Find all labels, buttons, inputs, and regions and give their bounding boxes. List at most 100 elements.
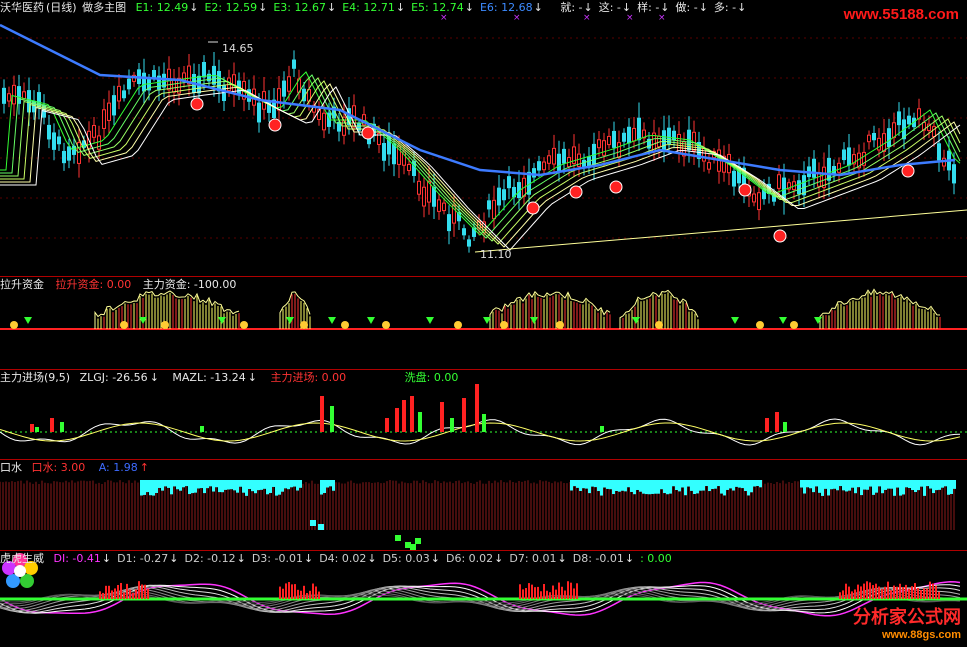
- koushui-fill: [248, 480, 251, 490]
- down-arrow-icon: [779, 317, 787, 324]
- koushui-fill: [654, 480, 657, 494]
- koushui-fill: [866, 480, 869, 490]
- down-arrow-icon: [367, 317, 375, 324]
- zhuli-panel[interactable]: 主力进场(9,5) ZLGJ: -26.56 ↓ MAZL: -13.24 ↓ 主力…: [0, 370, 967, 459]
- signal-label-arrow-3: ↓: [660, 1, 670, 14]
- candle-body: [842, 149, 846, 161]
- candle-body: [432, 187, 436, 207]
- candle-body: [552, 147, 556, 165]
- koushui-fill: [681, 480, 684, 488]
- huhu-label-2: D1: -0.27: [117, 552, 169, 565]
- koushui-fill: [203, 480, 206, 494]
- ema-label-5: E5: 12.74: [411, 1, 464, 14]
- koushui-fill: [920, 480, 923, 487]
- ema-label-4: E4: 12.71: [342, 1, 395, 14]
- koushui-fill: [860, 480, 863, 496]
- koushui-fill: [950, 480, 953, 494]
- koushui-fill: [905, 480, 908, 488]
- money-bag-icon: [382, 321, 390, 329]
- candle-body: [707, 162, 711, 170]
- signal-label-arrow-5: ↓: [737, 1, 747, 14]
- koushui-fill: [821, 480, 824, 496]
- koushui-fill: [615, 480, 618, 491]
- koushui-fill: [164, 480, 167, 487]
- money-bag-icon: [120, 321, 128, 329]
- period-label: (日线): [46, 1, 77, 14]
- lashen-panel[interactable]: 拉升资金 拉升资金: 0.00 主力资金: -100.00: [0, 277, 967, 369]
- koushui-fill: [167, 480, 170, 488]
- koushui-fill: [591, 480, 594, 487]
- down-arrow-icon: [286, 317, 294, 324]
- buy-signal-icon: [526, 201, 540, 215]
- zhuli-bar: [783, 422, 787, 432]
- signal-label-2: 这: -: [598, 1, 621, 14]
- ema-label-arrow-4: ↓: [395, 1, 406, 14]
- koushui-fill: [585, 480, 588, 489]
- zhuli-bar: [385, 418, 389, 432]
- candle-body: [292, 59, 296, 69]
- buy-signal-icon: [268, 118, 282, 132]
- huhu-panel[interactable]: 虎虎生威 DI: -0.41↓ D1: -0.27↓ D2: -0.12↓ D3: -…: [0, 551, 967, 647]
- a-value: A: 1.98: [98, 461, 138, 474]
- candle-body: [127, 78, 131, 90]
- candle-body: [92, 125, 96, 138]
- koushui-fill: [908, 480, 911, 489]
- koushui-fill: [684, 480, 687, 496]
- huhu-label-arrow-3: ↓: [236, 552, 246, 565]
- koushui-fill: [236, 480, 239, 493]
- koushui-fill: [579, 480, 582, 491]
- zhuli-bar: [775, 412, 779, 432]
- koushui-panel[interactable]: 口水 口水: 3.00 A: 1.98 ↑: [0, 460, 967, 550]
- candle-body: [57, 136, 61, 145]
- main-chart-panel[interactable]: 沃华医药 (日线) 做多主图 E1: 12.49↓ E2: 12.59↓ E3: 12…: [0, 0, 967, 276]
- mazl-value: MAZL: -13.24: [172, 371, 246, 384]
- huhu-label-8: D7: 0.01: [509, 552, 557, 565]
- koushui-fill: [657, 480, 660, 494]
- koushui-fill: [245, 480, 248, 496]
- buy-signal-icon: [609, 180, 623, 194]
- candle-body: [502, 189, 506, 201]
- ema-label-6: E6: 12.68: [479, 1, 533, 14]
- koushui-fill: [594, 480, 597, 488]
- koushui-fill: [648, 480, 651, 495]
- candle-body: [437, 199, 441, 212]
- candle-body: [622, 132, 626, 142]
- candle-body: [257, 102, 261, 123]
- koushui-dot: [310, 520, 316, 526]
- candle-body: [617, 142, 621, 159]
- koushui-fill: [323, 480, 326, 494]
- candle-body: [102, 109, 106, 129]
- ema-label-arrow-5: ↓: [464, 1, 474, 14]
- koushui-fill: [827, 480, 830, 496]
- koushui-fill: [639, 480, 642, 492]
- huhu-label-arrow-4: ↓: [303, 552, 314, 565]
- candle-body: [62, 150, 66, 164]
- koushui-fill: [170, 480, 173, 495]
- koushui-fill: [744, 480, 747, 492]
- koushui-fill: [729, 480, 732, 489]
- candle-body: [867, 134, 871, 143]
- koushui-fill: [272, 480, 275, 487]
- down-arrow-icon: [24, 317, 32, 324]
- zlgj-arrow: ↓: [149, 371, 159, 384]
- candle-body: [2, 87, 6, 104]
- candle-body: [542, 161, 546, 171]
- candle-body: [907, 115, 911, 125]
- candle-body: [112, 95, 116, 116]
- zhuli-bar: [462, 398, 466, 432]
- koushui-fill: [678, 480, 681, 492]
- watermark-88gs-url: www.88gs.com: [881, 629, 961, 641]
- koushui-fill: [284, 480, 287, 489]
- huhu-label-arrow-9: ↓: [624, 552, 635, 565]
- candle-body: [407, 163, 411, 171]
- price-chart[interactable]: 14.6511.10× × × × ×: [0, 0, 967, 276]
- candle-body: [612, 130, 616, 148]
- koushui-fill: [269, 480, 272, 493]
- koushui-fill: [881, 480, 884, 494]
- zhuli-bar: [418, 412, 422, 432]
- koushui-fill: [824, 480, 827, 489]
- candle-body: [142, 72, 146, 92]
- huhu-label-arrow-6: ↓: [430, 552, 440, 565]
- koushui-fill: [953, 480, 956, 489]
- koushui-fill: [251, 480, 254, 492]
